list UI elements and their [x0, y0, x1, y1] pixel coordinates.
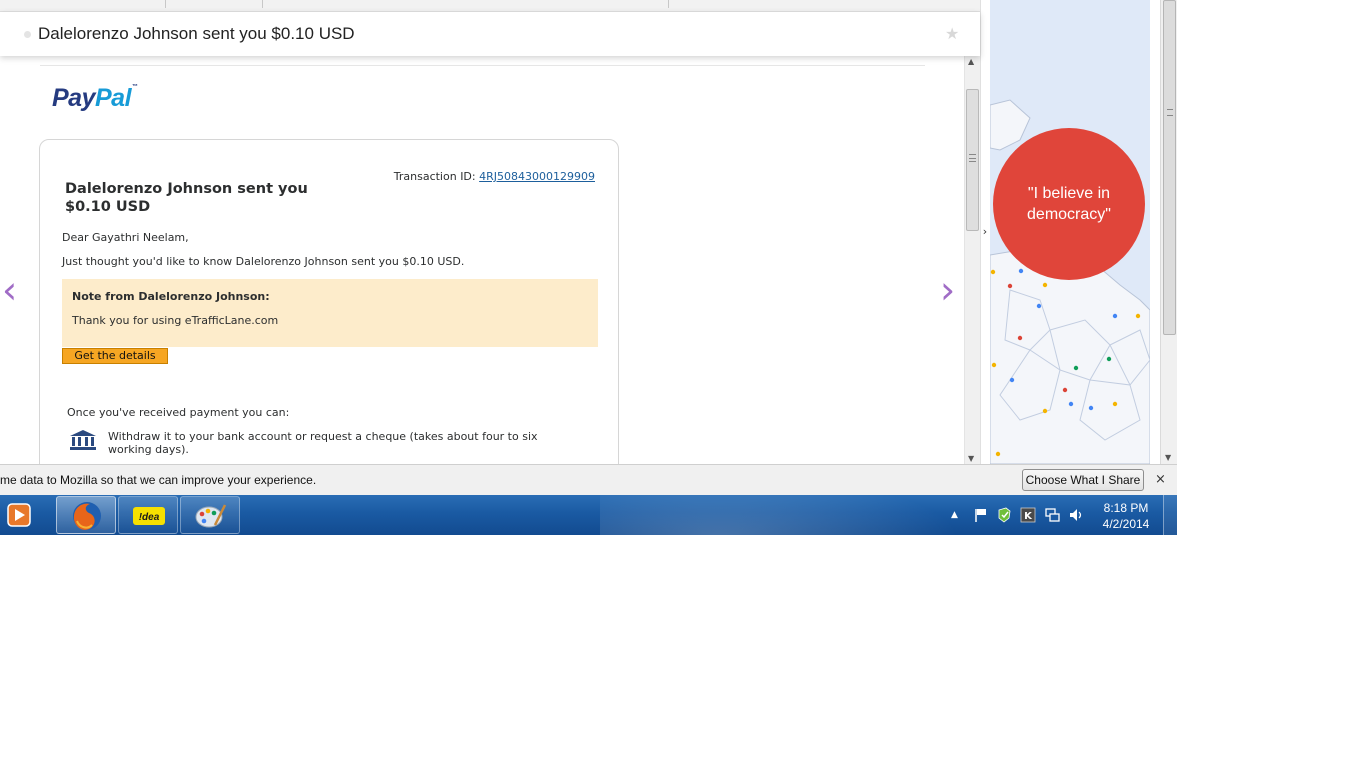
taskbar-firefox[interactable]: [56, 496, 116, 534]
clock-date[interactable]: 4/2/2014: [1098, 517, 1154, 531]
toolbar-divider: [165, 0, 166, 8]
transaction-row: Transaction ID: 4RJ50843000129909: [394, 170, 595, 183]
transaction-label: Transaction ID:: [393, 170, 476, 183]
scroll-down-icon[interactable]: ▼: [1165, 453, 1171, 462]
show-hidden-icon[interactable]: ▲: [951, 510, 958, 520]
get-details-button[interactable]: Get the details: [62, 348, 168, 364]
scroll-up-icon[interactable]: ▲: [968, 57, 974, 66]
star-icon[interactable]: ★: [945, 24, 959, 43]
greeting: Dear Gayathri Neelam,: [62, 231, 189, 244]
note-title: Note from Dalelorenzo Johnson:: [72, 290, 270, 303]
email-scrollbar[interactable]: ▲ ▼: [964, 56, 980, 464]
quote-circle[interactable]: "I believe in democracy": [993, 128, 1145, 280]
scroll-down-icon[interactable]: ▼: [968, 454, 974, 463]
notification-text: me data to Mozilla so that we can improv…: [0, 473, 317, 487]
note-box: Note from Dalelorenzo Johnson: Thank you…: [62, 279, 598, 347]
withdraw-text: Withdraw it to your bank account or requ…: [108, 430, 538, 456]
previous-email-arrow-icon[interactable]: ‹: [2, 271, 17, 309]
transaction-id-link[interactable]: 4RJ50843000129909: [479, 170, 595, 183]
payment-headline: Dalelorenzo Johnson sent you $0.10 USD: [65, 181, 308, 215]
action-center-flag-icon[interactable]: [973, 507, 989, 523]
chevron-right-icon[interactable]: ›: [980, 225, 990, 238]
unread-dot-icon: [24, 31, 31, 38]
volume-icon[interactable]: [1068, 507, 1084, 523]
security-shield-icon[interactable]: [996, 507, 1012, 523]
screen: Dalelorenzo Johnson sent you $0.10 USD ★…: [0, 0, 1177, 535]
taskbar-glare: [600, 495, 1000, 535]
toolbar-divider: [262, 0, 263, 8]
paypal-logo: PayPal™: [52, 84, 138, 113]
intro-text: Just thought you'd like to know Dalelore…: [62, 255, 465, 268]
email-toolbar: [0, 0, 990, 12]
logo-pay: Pay: [52, 84, 95, 112]
scrollbar-thumb[interactable]: [1163, 0, 1176, 335]
map-panel: "I believe in democracy": [990, 0, 1150, 464]
once-received-text: Once you've received payment you can:: [67, 406, 290, 419]
scrollbar-grip-icon: [969, 154, 976, 162]
email-body: ‹ › PayPal™ Dalelorenzo Johnson sent you…: [0, 56, 964, 464]
firefox-icon: [73, 502, 101, 530]
clock-time[interactable]: 8:18 PM: [1098, 501, 1154, 515]
paint-icon: [195, 504, 227, 528]
notification-bar: me data to Mozilla so that we can improv…: [0, 464, 1177, 495]
app-k-icon[interactable]: K: [1020, 507, 1036, 523]
quote-text: "I believe in democracy": [1027, 185, 1111, 223]
taskbar-paint[interactable]: [180, 496, 240, 534]
choose-what-i-share-button[interactable]: Choose What I Share: [1022, 469, 1144, 491]
bank-icon: [70, 430, 96, 450]
close-icon[interactable]: ×: [1155, 472, 1166, 487]
note-text: Thank you for using eTrafficLane.com: [72, 314, 279, 327]
payment-card: Dalelorenzo Johnson sent you $0.10 USD T…: [39, 139, 619, 464]
taskbar-idea[interactable]: !dea: [118, 496, 178, 534]
subject-title: Dalelorenzo Johnson sent you $0.10 USD: [38, 24, 355, 43]
media-player-icon: [7, 503, 31, 527]
scrollbar-thumb[interactable]: [966, 89, 979, 231]
taskbar: !dea ▲ K 8:18 PM 4/2/2014: [0, 495, 1177, 535]
logo-pal: Pal: [94, 84, 132, 112]
taskbar-media-player[interactable]: [0, 496, 54, 534]
toolbar-divider: [668, 0, 669, 8]
subject-header: Dalelorenzo Johnson sent you $0.10 USD ★: [0, 12, 980, 56]
idea-label: !dea: [139, 512, 160, 523]
logo-trademark: ™: [132, 84, 138, 90]
idea-icon: !dea: [133, 507, 165, 525]
page-scrollbar[interactable]: ▼: [1160, 0, 1177, 464]
show-desktop-button[interactable]: [1163, 495, 1177, 535]
divider: [40, 65, 925, 66]
svg-text:K: K: [1024, 511, 1033, 522]
network-icon[interactable]: [1044, 507, 1060, 523]
scrollbar-grip-icon: [1167, 109, 1173, 116]
next-email-arrow-icon[interactable]: ›: [940, 271, 955, 309]
